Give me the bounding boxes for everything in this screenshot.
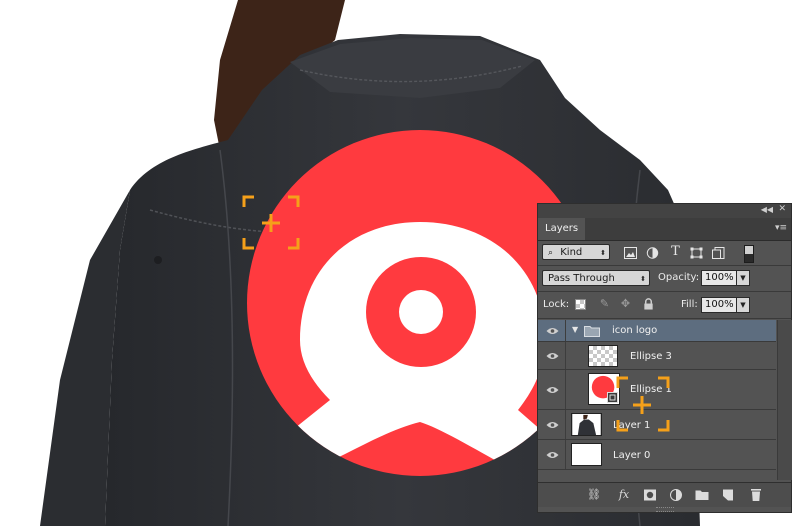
new-layer-icon[interactable] bbox=[720, 488, 736, 502]
layer-name: icon logo bbox=[612, 325, 658, 336]
eye-icon bbox=[546, 387, 559, 393]
blend-mode-dropdown[interactable]: Pass Through ⬍ bbox=[542, 270, 650, 286]
folder-icon[interactable] bbox=[694, 488, 710, 502]
visibility-toggle[interactable] bbox=[538, 320, 566, 341]
lock-all-icon[interactable] bbox=[642, 298, 655, 310]
pixel-filter-icon[interactable] bbox=[624, 247, 637, 259]
divider bbox=[538, 318, 791, 319]
folder-icon bbox=[584, 326, 600, 337]
panel-menu-icon[interactable]: ▾≡ bbox=[775, 223, 787, 233]
adjustment-icon[interactable] bbox=[668, 488, 684, 502]
blend-row: Pass Through ⬍ Opacity: 100% ▼ bbox=[538, 267, 791, 289]
opacity-input[interactable]: 100% bbox=[701, 270, 737, 286]
adjustment-filter-icon[interactable] bbox=[646, 247, 659, 259]
smart-object-filter-icon[interactable] bbox=[712, 247, 725, 259]
search-icon: ⌕ bbox=[548, 248, 554, 258]
kind-filter-dropdown[interactable]: ⌕ Kind ⬍ bbox=[542, 244, 610, 260]
panel-crosshair-marker[interactable] bbox=[600, 368, 680, 438]
eye-icon bbox=[546, 353, 559, 359]
eye-icon bbox=[546, 422, 559, 428]
visibility-toggle[interactable] bbox=[538, 342, 566, 369]
eye-icon bbox=[546, 328, 559, 334]
tab-layers[interactable]: Layers bbox=[538, 218, 586, 240]
lock-move-icon[interactable]: ✥ bbox=[619, 298, 632, 310]
layer-thumbnail bbox=[571, 413, 602, 436]
lock-paint-icon[interactable]: ✎ bbox=[598, 298, 611, 310]
panel-title-bar: ◀◀ ✕ bbox=[538, 204, 791, 218]
layer-row-icon-logo[interactable]: ▼ icon logo bbox=[538, 320, 776, 342]
type-filter-icon[interactable]: T bbox=[669, 245, 682, 258]
visibility-toggle[interactable] bbox=[538, 370, 566, 409]
layer-thumbnail bbox=[588, 345, 618, 367]
kind-label: Kind bbox=[560, 247, 583, 258]
layer-name: Ellipse 3 bbox=[630, 351, 672, 362]
lock-transparent-icon[interactable] bbox=[575, 299, 586, 310]
panel-bottom-bar: ⛓ fx bbox=[538, 482, 791, 507]
trash-icon[interactable] bbox=[748, 488, 764, 502]
mask-icon[interactable] bbox=[642, 488, 658, 502]
ellipse-3-hole bbox=[399, 290, 443, 334]
fill-dropdown-arrow[interactable]: ▼ bbox=[737, 297, 750, 313]
collapse-icon[interactable]: ◀◀ bbox=[761, 205, 773, 214]
chevron-updown-icon: ⬍ bbox=[600, 249, 606, 257]
fill-label: Fill: bbox=[681, 299, 698, 310]
close-icon[interactable]: ✕ bbox=[778, 204, 786, 214]
panel-tab-strip: Layers ▾≡ bbox=[538, 218, 791, 241]
visibility-toggle[interactable] bbox=[538, 440, 566, 469]
lock-row: Lock: ✎ ✥ Fill: 100% ▼ bbox=[538, 294, 791, 316]
layers-scrollbar[interactable] bbox=[777, 320, 792, 480]
layer-name: Layer 0 bbox=[613, 450, 651, 461]
jacket-button bbox=[154, 256, 162, 264]
filter-row: ⌕ Kind ⬍ T bbox=[538, 242, 791, 264]
fill-input[interactable]: 100% bbox=[701, 297, 737, 313]
fx-icon[interactable]: fx bbox=[616, 488, 632, 502]
resize-grip[interactable] bbox=[656, 507, 674, 512]
chevron-updown-icon: ⬍ bbox=[640, 275, 646, 283]
lock-label: Lock: bbox=[543, 299, 570, 310]
layer-row-layer-0[interactable]: Layer 0 bbox=[538, 440, 776, 470]
opacity-dropdown-arrow[interactable]: ▼ bbox=[737, 270, 750, 286]
divider bbox=[538, 265, 791, 266]
layers-panel: ◀◀ ✕ Layers ▾≡ ⌕ Kind ⬍ T Pass Through ⬍… bbox=[537, 203, 792, 513]
blend-mode-value: Pass Through bbox=[548, 273, 615, 284]
layer-row-ellipse-3[interactable]: Ellipse 3 bbox=[538, 342, 776, 370]
visibility-toggle[interactable] bbox=[538, 410, 566, 439]
eye-icon bbox=[546, 452, 559, 458]
expand-triangle-icon[interactable]: ▼ bbox=[572, 325, 578, 334]
filter-toggle[interactable] bbox=[744, 245, 754, 263]
opacity-label: Opacity: bbox=[658, 272, 700, 283]
divider bbox=[538, 291, 791, 292]
layer-thumbnail bbox=[571, 443, 602, 466]
shape-filter-icon[interactable] bbox=[690, 247, 703, 259]
link-icon[interactable]: ⛓ bbox=[586, 488, 602, 502]
